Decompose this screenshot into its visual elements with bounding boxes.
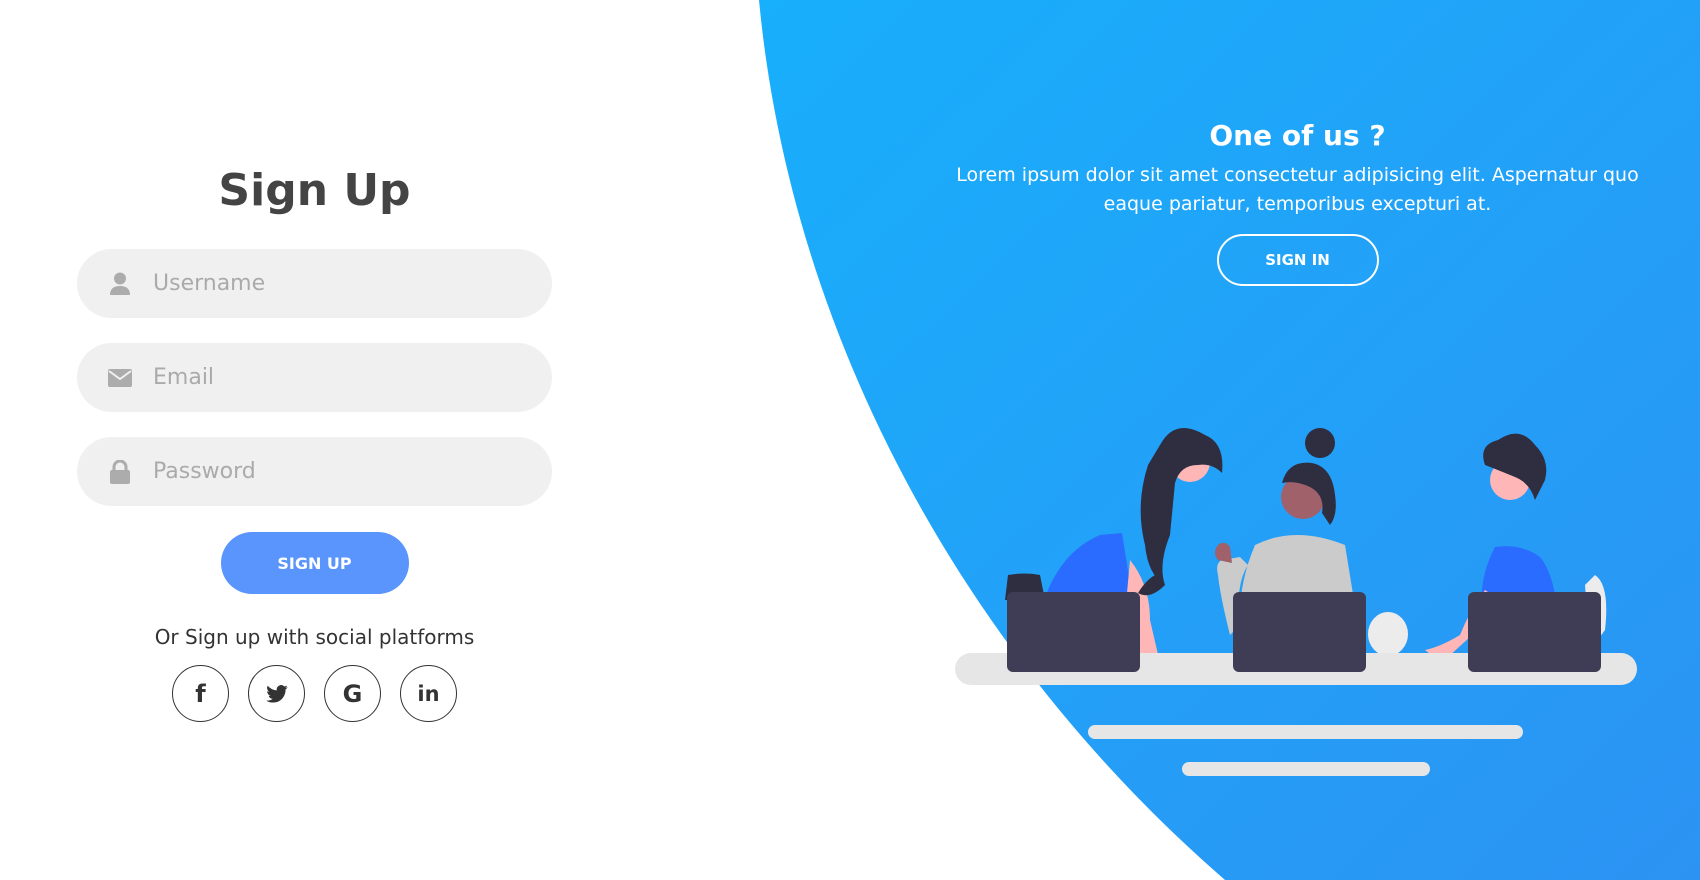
google-icon: G (342, 679, 363, 708)
panel-text: Lorem ipsum dolor sit amet consectetur a… (956, 164, 1639, 215)
envelope-icon (101, 368, 139, 387)
password-field[interactable] (77, 437, 552, 506)
panel-heading: One of us ? (1209, 119, 1386, 152)
sign-up-button[interactable]: SIGN UP (220, 532, 409, 594)
username-input[interactable] (153, 249, 552, 318)
username-field[interactable] (77, 249, 552, 318)
linkedin-icon: in (417, 681, 440, 706)
sign-up-title: Sign Up (218, 165, 411, 216)
google-button[interactable]: G (324, 665, 381, 722)
lock-icon (101, 459, 139, 484)
email-field[interactable] (77, 343, 552, 412)
facebook-icon: f (195, 679, 206, 708)
twitter-icon (265, 684, 288, 703)
social-media-list: f G in (172, 665, 457, 722)
facebook-button[interactable]: f (172, 665, 229, 722)
sign-up-form: Sign Up SIGN UP Or Sign up with social p… (77, 160, 552, 722)
sign-in-panel: One of us ? Lorem ipsum dolor sit amet c… (950, 115, 1645, 286)
user-icon (101, 272, 139, 296)
linkedin-button[interactable]: in (400, 665, 457, 722)
team-illustration (955, 427, 1637, 776)
sign-in-button[interactable]: SIGN IN (1216, 234, 1379, 286)
password-input[interactable] (153, 437, 552, 506)
email-input[interactable] (153, 343, 552, 412)
social-text: Or Sign up with social platforms (154, 625, 475, 649)
twitter-button[interactable] (248, 665, 305, 722)
